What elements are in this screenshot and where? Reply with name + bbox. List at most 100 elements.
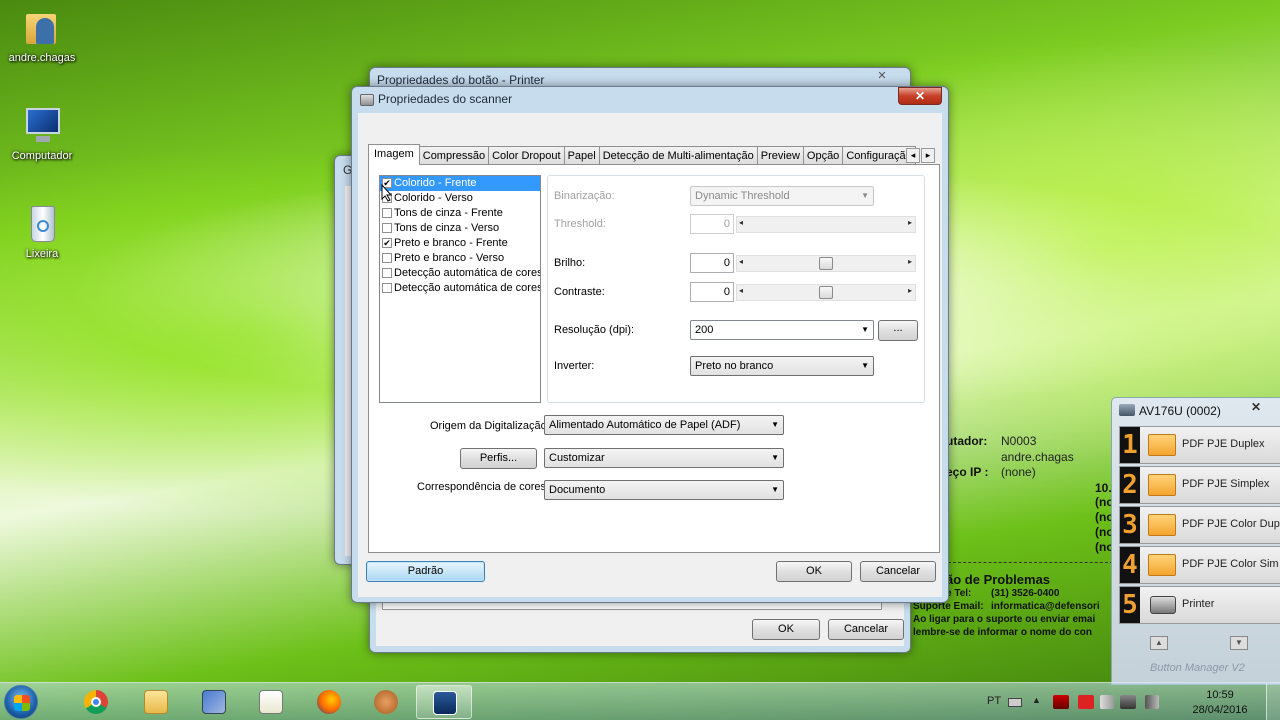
slider-left-arrow-icon[interactable]: ◂: [739, 257, 743, 266]
cancel-button[interactable]: Cancelar: [860, 561, 936, 582]
tab-preview[interactable]: Preview: [756, 146, 804, 165]
orca-icon: [433, 691, 457, 715]
tray-network-icon[interactable]: [1120, 695, 1136, 709]
bm-scroll-up-button[interactable]: ▲: [1150, 636, 1168, 650]
bg-note: Ao ligar para o suporte ou enviar emai: [913, 614, 1096, 625]
taskbar-firefox[interactable]: [301, 685, 357, 719]
bg-computer-value: N0003: [1001, 434, 1037, 448]
recycle-bin-icon: [22, 204, 62, 244]
bg-support-tel: (31) 3526-0400: [991, 588, 1060, 599]
tray-antivirus-icon[interactable]: [1078, 695, 1094, 709]
list-item[interactable]: Colorido - Verso: [380, 191, 540, 206]
desktop-icon-label: Lixeira: [25, 248, 59, 260]
folder-icon: [1148, 554, 1176, 576]
bm-button-row[interactable]: 5 Printer: [1119, 586, 1280, 624]
tab-configuracao[interactable]: Configuração: [842, 146, 916, 165]
tab-scroll-left-button[interactable]: ◂: [906, 148, 920, 163]
tab-papel[interactable]: Papel: [563, 146, 600, 165]
tab-scroll-right-button[interactable]: ▸: [921, 148, 935, 163]
taskbar-chrome[interactable]: [68, 685, 124, 719]
bm-button-row[interactable]: 3 PDF PJE Color Dup: [1119, 506, 1280, 544]
list-item[interactable]: ✔ Preto e branco - Frente: [380, 236, 540, 251]
taskbar-button-manager[interactable]: [416, 685, 472, 719]
checkbox[interactable]: [382, 223, 392, 233]
tray-flag-icon[interactable]: [1100, 695, 1114, 709]
bm-button-row[interactable]: 1 PDF PJE Duplex: [1119, 426, 1280, 464]
resolution-more-button[interactable]: ...: [878, 320, 918, 341]
back-window-close-button[interactable]: ✕: [860, 69, 904, 85]
threshold-slider[interactable]: ◂ ▸: [736, 216, 916, 233]
scanner-properties-dialog[interactable]: Propriedades do scanner ✕ Imagem Compres…: [351, 86, 949, 603]
slider-left-arrow-icon[interactable]: ◂: [739, 286, 743, 295]
ok-button[interactable]: OK: [776, 561, 852, 582]
profile-select[interactable]: Customizar ▼: [544, 448, 784, 468]
tray-app-icon[interactable]: [1053, 695, 1069, 709]
tab-imagem[interactable]: Imagem: [368, 144, 420, 165]
taskbar-chart-app[interactable]: [243, 685, 299, 719]
checkbox[interactable]: ✔: [382, 238, 392, 248]
desktop-icon-computer[interactable]: Computador: [0, 106, 84, 162]
tab-compressao[interactable]: Compressão: [418, 146, 490, 165]
checkbox[interactable]: [382, 268, 392, 278]
resolution-select[interactable]: 200 ▼: [690, 320, 874, 340]
checkbox[interactable]: [382, 208, 392, 218]
bm-button-row[interactable]: 2 PDF PJE Simplex: [1119, 466, 1280, 504]
desktop-icon-user-folder[interactable]: andre.chagas: [0, 8, 84, 64]
button-manager-panel[interactable]: AV176U (0002) ✕ 1 PDF PJE Duplex 2 PDF PJE…: [1111, 397, 1280, 685]
folder-icon: [1148, 514, 1176, 536]
contrast-slider[interactable]: ◂ ▸: [736, 284, 916, 301]
slider-right-arrow-icon[interactable]: ▸: [908, 286, 912, 295]
brightness-slider[interactable]: ◂ ▸: [736, 255, 916, 272]
list-item[interactable]: Preto e branco - Verso: [380, 251, 540, 266]
show-desktop-button[interactable]: [1266, 683, 1280, 720]
taskbar-network[interactable]: [186, 685, 242, 719]
invert-select[interactable]: Preto no branco ▼: [690, 356, 874, 376]
bm-scroll-down-button[interactable]: ▼: [1230, 636, 1248, 650]
keyboard-icon[interactable]: [1008, 698, 1022, 707]
checkbox[interactable]: [382, 283, 392, 293]
threshold-input[interactable]: 0: [690, 214, 734, 234]
bm-button-label: PDF PJE Color Sim: [1182, 558, 1279, 570]
clock-time[interactable]: 10:59: [1196, 689, 1244, 701]
default-button[interactable]: Padrão: [366, 561, 485, 582]
tray-expand-icon[interactable]: ▲: [1032, 695, 1041, 705]
slider-left-arrow-icon[interactable]: ◂: [739, 218, 743, 227]
image-type-list[interactable]: ✔ Colorido - Frente Colorido - Verso Tons…: [379, 175, 541, 403]
tab-multi-feed[interactable]: Detecção de Multi-alimentação: [598, 146, 758, 165]
button-manager-close-button[interactable]: ✕: [1236, 400, 1276, 416]
tray-volume-icon[interactable]: [1145, 695, 1159, 709]
bg-note: lembre-se de informar o nome do con: [913, 627, 1092, 638]
checkbox[interactable]: [382, 253, 392, 263]
list-item[interactable]: Detecção automática de cores-V: [380, 281, 540, 296]
list-item[interactable]: ✔ Colorido - Frente: [380, 176, 540, 191]
tab-color-dropout[interactable]: Color Dropout: [488, 146, 565, 165]
back-ok-button[interactable]: OK: [752, 619, 820, 640]
bm-button-row[interactable]: 4 PDF PJE Color Sim: [1119, 546, 1280, 584]
slider-thumb[interactable]: [819, 286, 833, 299]
profiles-button[interactable]: Perfis...: [460, 448, 537, 469]
list-item[interactable]: Detecção automática de cores-F: [380, 266, 540, 281]
back-cancel-button[interactable]: Cancelar: [828, 619, 904, 640]
slider-right-arrow-icon[interactable]: ▸: [908, 257, 912, 266]
contrast-input[interactable]: 0: [690, 282, 734, 302]
list-item[interactable]: Tons de cinza - Verso: [380, 221, 540, 236]
brightness-input[interactable]: 0: [690, 253, 734, 273]
chevron-down-icon: ▼: [861, 361, 869, 370]
taskbar-baseball-app[interactable]: [358, 685, 414, 719]
slider-right-arrow-icon[interactable]: ▸: [908, 218, 912, 227]
list-item[interactable]: Tons de cinza - Frente: [380, 206, 540, 221]
slider-thumb[interactable]: [819, 257, 833, 270]
color-matching-select[interactable]: Documento ▼: [544, 480, 784, 500]
language-indicator[interactable]: PT: [987, 695, 1001, 707]
dialog-close-button[interactable]: ✕: [898, 87, 942, 105]
taskbar-explorer[interactable]: [128, 685, 184, 719]
start-button[interactable]: [4, 685, 38, 719]
desktop-icon-recycle-bin[interactable]: Lixeira: [0, 204, 84, 260]
clock-date[interactable]: 28/04/2016: [1192, 704, 1248, 716]
bm-button-label: PDF PJE Duplex: [1182, 438, 1265, 450]
scan-source-select[interactable]: Alimentado Automático de Papel (ADF) ▼: [544, 415, 784, 435]
bm-footer-label: Button Manager V2: [1150, 662, 1245, 674]
desktop-icon-label: andre.chagas: [8, 52, 76, 64]
binarization-select[interactable]: Dynamic Threshold ▼: [690, 186, 874, 206]
tab-opcao[interactable]: Opção: [802, 146, 844, 165]
